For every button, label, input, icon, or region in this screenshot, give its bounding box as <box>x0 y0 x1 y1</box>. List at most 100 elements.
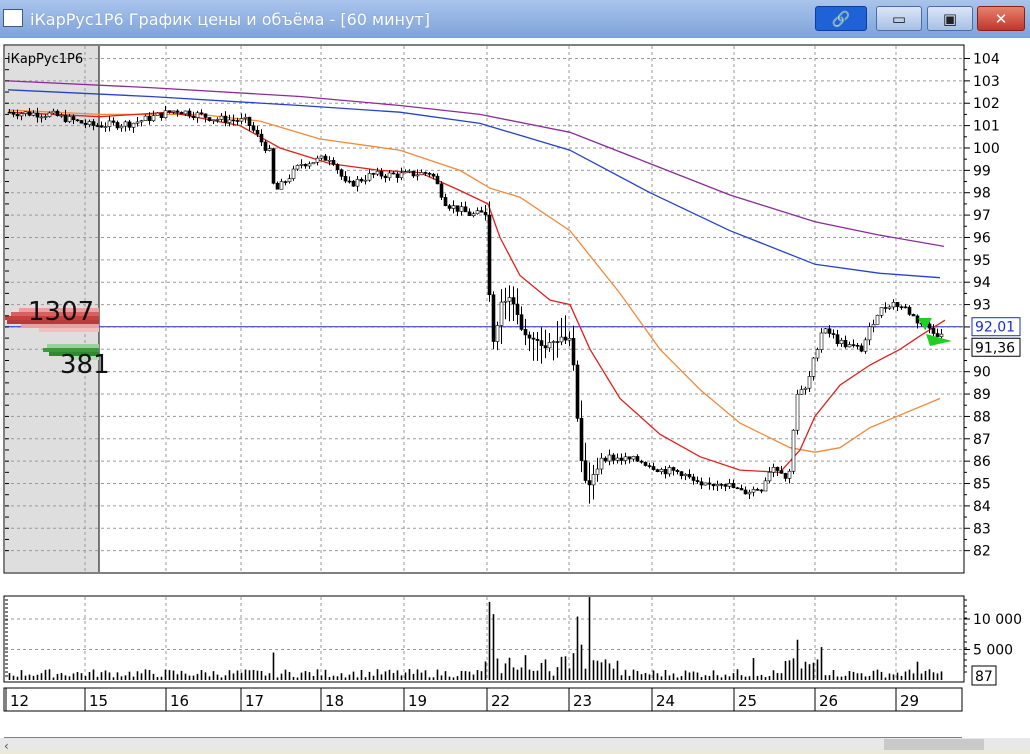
date-label: 17 <box>245 692 264 710</box>
candle-body <box>851 344 856 346</box>
candle-body <box>575 364 580 419</box>
candle-body <box>87 121 92 125</box>
candle-body <box>899 306 904 309</box>
candle-body <box>235 120 240 122</box>
candle-body <box>367 173 372 181</box>
date-label: 22 <box>491 692 510 710</box>
candle-body <box>159 112 164 118</box>
candle-body <box>135 121 140 124</box>
candle-body <box>163 110 168 118</box>
candle-body <box>467 211 472 216</box>
candle-body <box>907 306 912 315</box>
price-tick-label: 93 <box>973 298 991 314</box>
link-button[interactable]: 🔗 <box>815 6 867 31</box>
candle-body <box>715 484 720 487</box>
volume-current-label: 87 <box>975 669 993 685</box>
candle-body <box>411 170 416 177</box>
candle-body <box>275 182 280 190</box>
date-label: 12 <box>10 692 29 710</box>
candle-body <box>315 157 320 163</box>
candle-body <box>839 339 844 344</box>
close-button[interactable]: ✕ <box>977 6 1025 31</box>
candle-body <box>27 111 32 116</box>
candle-body <box>887 306 892 309</box>
candle-body <box>43 116 48 118</box>
candle-body <box>551 341 556 343</box>
price-volume-chart[interactable]: 1041031021011009998979695949392919089888… <box>0 38 1030 753</box>
scroll-left-icon[interactable]: ‹ <box>4 739 9 753</box>
candle-body <box>643 461 648 466</box>
candle-body <box>319 155 324 159</box>
candle-body <box>35 112 40 118</box>
price-tick-label: 87 <box>973 432 991 448</box>
candle-body <box>803 387 808 390</box>
candle-body <box>751 489 756 493</box>
price-tick-label: 101 <box>973 119 1000 135</box>
chart-window: 1041031021011009998979695949392919089888… <box>0 38 1030 753</box>
date-label: 25 <box>738 692 757 710</box>
candle-body <box>375 170 380 175</box>
candle-body <box>151 115 156 122</box>
candle-body <box>231 119 236 122</box>
candle-body <box>63 114 68 122</box>
candle-body <box>547 342 552 349</box>
candle-body <box>215 119 220 121</box>
instrument-label: iКарРус1Р6 <box>7 52 83 67</box>
candle-body <box>207 117 212 121</box>
candle-body <box>419 172 424 176</box>
minimize-button[interactable]: ▭ <box>876 6 922 31</box>
candle-body <box>175 110 180 113</box>
volume-tick-label: 10 000 <box>973 612 1022 628</box>
candle-body <box>667 467 672 475</box>
window-title: iКарРус1Р6 График цены и объёма - [60 ми… <box>30 10 430 29</box>
candle-body <box>711 483 716 487</box>
maximize-button[interactable]: ▣ <box>927 6 973 31</box>
sell-volume-label: 1307 <box>28 297 94 327</box>
candle-body <box>167 110 172 113</box>
candle-body <box>619 457 624 461</box>
volume-tick-label: 5 000 <box>973 643 1013 659</box>
scrollbar-thumb[interactable] <box>884 739 984 750</box>
candle-body <box>451 205 456 209</box>
candle-body <box>703 482 708 486</box>
candle-body <box>527 334 532 339</box>
candle-body <box>271 148 276 184</box>
horizontal-scrollbar[interactable] <box>0 738 1030 750</box>
candle-body <box>187 110 192 117</box>
candle-body <box>735 487 740 490</box>
candle-body <box>719 484 724 486</box>
candle-body <box>307 163 312 167</box>
candle-body <box>55 110 60 117</box>
candle-body <box>747 491 752 495</box>
date-label: 23 <box>573 692 592 710</box>
candle-body <box>219 115 224 120</box>
candle-body <box>67 116 72 122</box>
candle-body <box>499 301 504 326</box>
candle-body <box>523 329 528 336</box>
candle-body <box>251 125 256 131</box>
candle-body <box>535 338 540 341</box>
candle-body <box>379 170 384 177</box>
candle-body <box>99 125 104 128</box>
candle-body <box>775 466 780 471</box>
candle-body <box>487 214 492 296</box>
candle-body <box>491 294 496 342</box>
buy-profile-bar <box>47 344 99 348</box>
candle-body <box>143 115 148 121</box>
candle-body <box>239 118 244 122</box>
price-tick-label: 88 <box>973 409 991 425</box>
candle-body <box>879 307 884 316</box>
candle-body <box>647 465 652 467</box>
candle-body <box>431 173 436 177</box>
candle-body <box>631 456 636 460</box>
candle-body <box>83 122 88 125</box>
candle-body <box>819 332 824 350</box>
candle-body <box>699 481 704 486</box>
candle-body <box>659 469 664 472</box>
candle-body <box>423 172 428 174</box>
candle-body <box>767 471 772 482</box>
candle-body <box>939 333 944 337</box>
candle-body <box>595 468 600 475</box>
candle-body <box>671 467 676 471</box>
candle-body <box>935 333 940 337</box>
